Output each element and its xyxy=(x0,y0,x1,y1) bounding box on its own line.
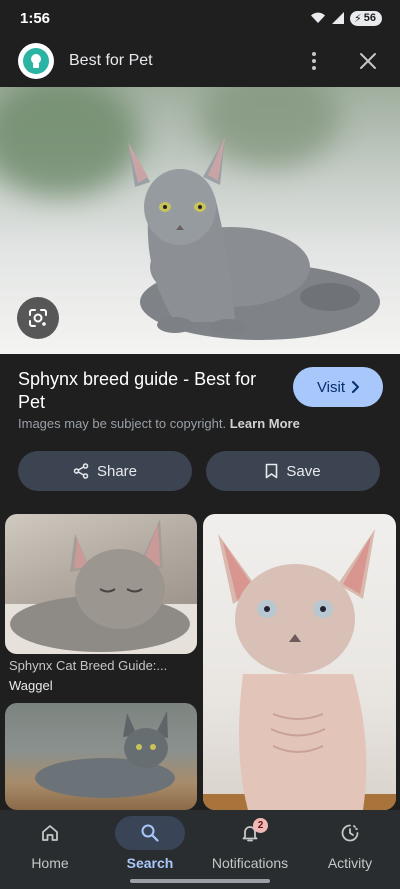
site-logo[interactable] xyxy=(18,43,54,79)
share-button[interactable]: Share xyxy=(18,451,192,491)
copyright-notice: Images may be subject to copyright. Lear… xyxy=(18,416,300,431)
related-image-card[interactable] xyxy=(5,514,197,654)
learn-more-link[interactable]: Learn More xyxy=(230,416,300,431)
result-title[interactable]: Sphynx breed guide - Best for Pet xyxy=(18,368,278,414)
related-image-caption[interactable]: Sphynx Cat Breed Guide:... xyxy=(9,658,194,673)
home-icon xyxy=(42,825,58,841)
share-icon xyxy=(73,463,89,479)
battery-level: 56 xyxy=(363,12,376,24)
wifi-icon xyxy=(311,12,326,23)
bottom-navigation: Home Search 2 Notifications Activity xyxy=(0,810,400,889)
share-label: Share xyxy=(96,462,138,480)
save-label: Save xyxy=(286,462,321,480)
sphynx-cat-photo xyxy=(128,137,380,340)
related-image-source: Waggel xyxy=(9,678,53,693)
gesture-bar[interactable] xyxy=(130,879,270,883)
activity-icon xyxy=(341,824,359,842)
related-image-card[interactable] xyxy=(203,514,396,810)
nav-notifications[interactable]: 2 Notifications xyxy=(200,810,300,889)
more-vert-icon xyxy=(312,52,316,70)
site-name[interactable]: Best for Pet xyxy=(69,52,298,70)
sitting-sphynx-photo xyxy=(203,529,396,810)
nav-activity-label: Activity xyxy=(327,855,373,871)
more-options-button[interactable] xyxy=(298,45,330,77)
nav-search-pill xyxy=(115,816,185,850)
save-button[interactable]: Save xyxy=(206,451,380,491)
grey-sphynx-photo xyxy=(35,711,175,798)
nav-search[interactable]: Search xyxy=(100,810,200,889)
nav-notifications-label: Notifications xyxy=(211,855,289,871)
notification-badge: 2 xyxy=(253,818,268,833)
nav-search-label: Search xyxy=(126,855,174,871)
google-lens-button[interactable] xyxy=(17,297,59,339)
chevron-right-icon xyxy=(352,381,360,393)
bolt-icon: ⚡ xyxy=(354,12,362,25)
viewer-header: Best for Pet xyxy=(0,36,400,86)
pet-logo-icon xyxy=(23,48,49,74)
nav-notifications-pill: 2 xyxy=(215,816,285,850)
status-icons: ⚡ 56 xyxy=(310,10,382,26)
bookmark-icon xyxy=(266,463,278,479)
lens-icon xyxy=(29,309,47,327)
signal-icon xyxy=(332,12,345,24)
search-icon xyxy=(141,824,159,842)
main-image[interactable] xyxy=(0,87,400,354)
status-bar: 1:56 ⚡ 56 xyxy=(0,0,400,36)
nav-activity-pill xyxy=(315,816,385,850)
battery-indicator: ⚡ 56 xyxy=(350,10,382,26)
close-icon xyxy=(360,53,376,69)
nav-home[interactable]: Home xyxy=(0,810,100,889)
nav-activity[interactable]: Activity xyxy=(300,810,400,889)
close-button[interactable] xyxy=(352,45,384,77)
visit-label: Visit xyxy=(316,378,346,396)
nav-home-pill xyxy=(15,816,85,850)
copyright-text: Images may be subject to copyright. xyxy=(18,416,227,431)
visit-button[interactable]: Visit xyxy=(293,367,383,407)
status-time: 1:56 xyxy=(20,9,51,27)
nav-home-label: Home xyxy=(31,855,69,871)
related-image-card[interactable] xyxy=(5,703,197,810)
sleeping-sphynx-photo xyxy=(5,519,197,654)
